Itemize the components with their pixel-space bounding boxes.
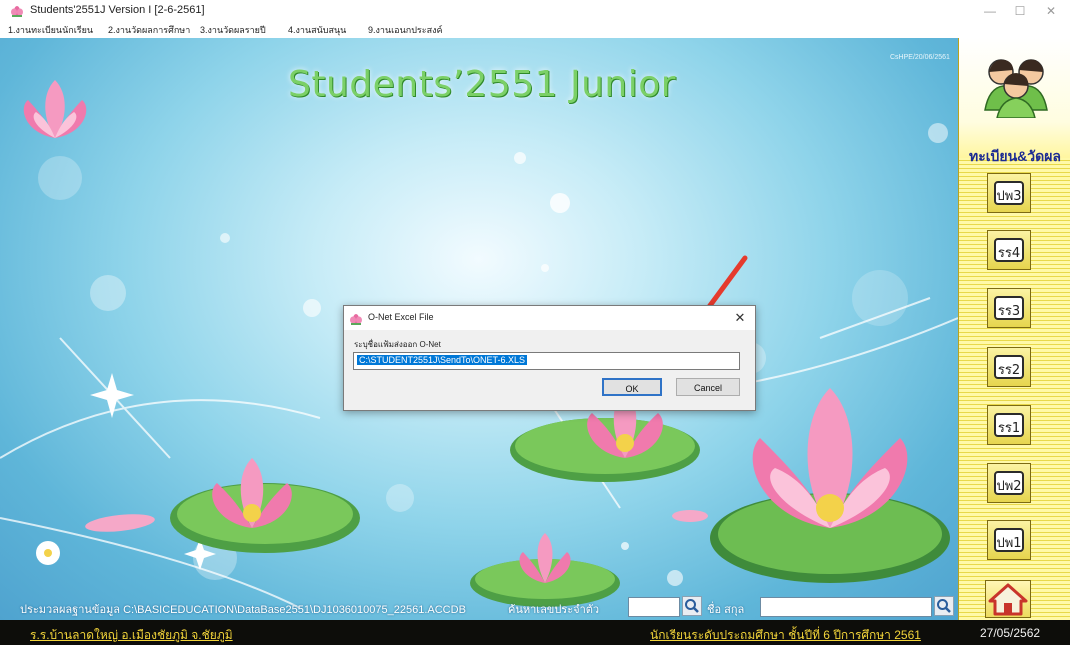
home-button[interactable] bbox=[985, 580, 1031, 618]
export-file-path-value: C:\STUDENT2551J\SendTo\ONET-6.XLS bbox=[357, 355, 528, 365]
form-button-rr1[interactable]: รร1 bbox=[987, 405, 1031, 445]
lotus-app-icon bbox=[350, 314, 362, 325]
home-icon bbox=[988, 583, 1028, 616]
menu-item-evaluation[interactable]: 2.งานวัดผลการศึกษา bbox=[108, 23, 190, 37]
dialog-close-button[interactable]: ✕ bbox=[725, 306, 755, 330]
form-button-rr4[interactable]: รร4 bbox=[987, 230, 1031, 270]
document-icon: รร2 bbox=[994, 355, 1024, 379]
document-icon: รร4 bbox=[994, 238, 1024, 262]
form-button-label: รร3 bbox=[997, 304, 1021, 319]
minimize-button[interactable]: — bbox=[975, 0, 1005, 22]
form-button-pp2[interactable]: ปพ2 bbox=[987, 463, 1031, 503]
student-id-search-label: ค้นหาเลขประจำตัว bbox=[508, 604, 600, 616]
menu-item-utilities[interactable]: 9.งานเอนกประสงค์ bbox=[368, 23, 442, 37]
name-search-label: ชื่อ สกุล bbox=[707, 604, 745, 616]
form-button-rr2[interactable]: รร2 bbox=[987, 347, 1031, 387]
form-button-label: รร1 bbox=[997, 421, 1021, 436]
window-title-bar: Students'2551J Version I [2-6-2561] — ☐ … bbox=[0, 0, 1070, 22]
menu-bar: 1.งานทะเบียนนักเรียน 2.งานวัดผลการศึกษา … bbox=[0, 22, 1070, 38]
name-search-button[interactable] bbox=[934, 596, 954, 616]
form-button-label: รร2 bbox=[997, 363, 1021, 378]
app-title: Students’2551 Junior bbox=[288, 64, 677, 105]
school-name: ร.ร.บ้านลาดใหญ่ อ.เมืองชัยภูมิ จ.ชัยภูมิ bbox=[30, 628, 233, 642]
current-date: 27/05/2562 bbox=[980, 626, 1041, 640]
status-bar: ร.ร.บ้านลาดใหญ่ อ.เมืองชัยภูมิ จ.ชัยภูมิ… bbox=[0, 620, 1070, 645]
dialog-title: O-Net Excel File bbox=[368, 312, 434, 322]
name-search-input[interactable] bbox=[760, 597, 932, 617]
users-icon[interactable] bbox=[983, 50, 1049, 118]
document-icon: ปพ2 bbox=[994, 471, 1024, 495]
class-level: นักเรียนระดับประถมศึกษา ชั้นปีที่ 6 ปีกา… bbox=[650, 628, 921, 642]
lotus-app-icon bbox=[11, 6, 23, 17]
student-id-search-button[interactable] bbox=[682, 596, 702, 616]
search-icon bbox=[685, 599, 699, 613]
document-icon: ปพ1 bbox=[994, 528, 1024, 552]
form-button-label: ปพ1 bbox=[996, 536, 1022, 551]
export-file-label: ระบุชื่อแฟ้มส่งออก O-Net bbox=[354, 340, 441, 349]
onet-export-dialog: O-Net Excel File ✕ ระบุชื่อแฟ้มส่งออก O-… bbox=[343, 305, 756, 411]
dialog-title-bar: O-Net Excel File ✕ bbox=[344, 306, 755, 330]
student-id-search-input[interactable] bbox=[628, 597, 680, 617]
close-button[interactable]: ✕ bbox=[1036, 0, 1066, 22]
right-nav-panel: ทะเบียน&วัดผล ปพ3 รร4 รร3 รร2 รร1 ปพ2 ปพ… bbox=[958, 38, 1070, 620]
ok-button[interactable]: OK bbox=[602, 378, 662, 396]
version-tag: CsHPE/20/06/2561 bbox=[890, 54, 950, 61]
search-icon bbox=[937, 599, 951, 613]
document-icon: ปพ3 bbox=[994, 181, 1024, 205]
export-file-path-input[interactable]: C:\STUDENT2551J\SendTo\ONET-6.XLS bbox=[353, 352, 740, 370]
maximize-button[interactable]: ☐ bbox=[1005, 0, 1035, 22]
menu-item-support[interactable]: 4.งานสนับสนุน bbox=[288, 23, 346, 37]
database-path-text: ประมวลผลฐานข้อมูล C:\BASICEDUCATION\Data… bbox=[20, 604, 466, 616]
form-button-label: ปพ3 bbox=[996, 189, 1022, 204]
document-icon: รร1 bbox=[994, 413, 1024, 437]
menu-item-registration[interactable]: 1.งานทะเบียนนักเรียน bbox=[8, 23, 93, 37]
form-button-rr3[interactable]: รร3 bbox=[987, 288, 1031, 328]
form-button-pp1[interactable]: ปพ1 bbox=[987, 520, 1031, 560]
menu-item-yearly-evaluation[interactable]: 3.งานวัดผลรายปี bbox=[200, 23, 266, 37]
form-button-label: ปพ2 bbox=[996, 479, 1022, 494]
form-button-label: รร4 bbox=[997, 246, 1021, 261]
panel-label: ทะเบียน&วัดผล bbox=[968, 148, 1062, 164]
cancel-button[interactable]: Cancel bbox=[676, 378, 740, 396]
window-title: Students'2551J Version I [2-6-2561] bbox=[30, 4, 205, 16]
form-button-pp3[interactable]: ปพ3 bbox=[987, 173, 1031, 213]
document-icon: รร3 bbox=[994, 296, 1024, 320]
